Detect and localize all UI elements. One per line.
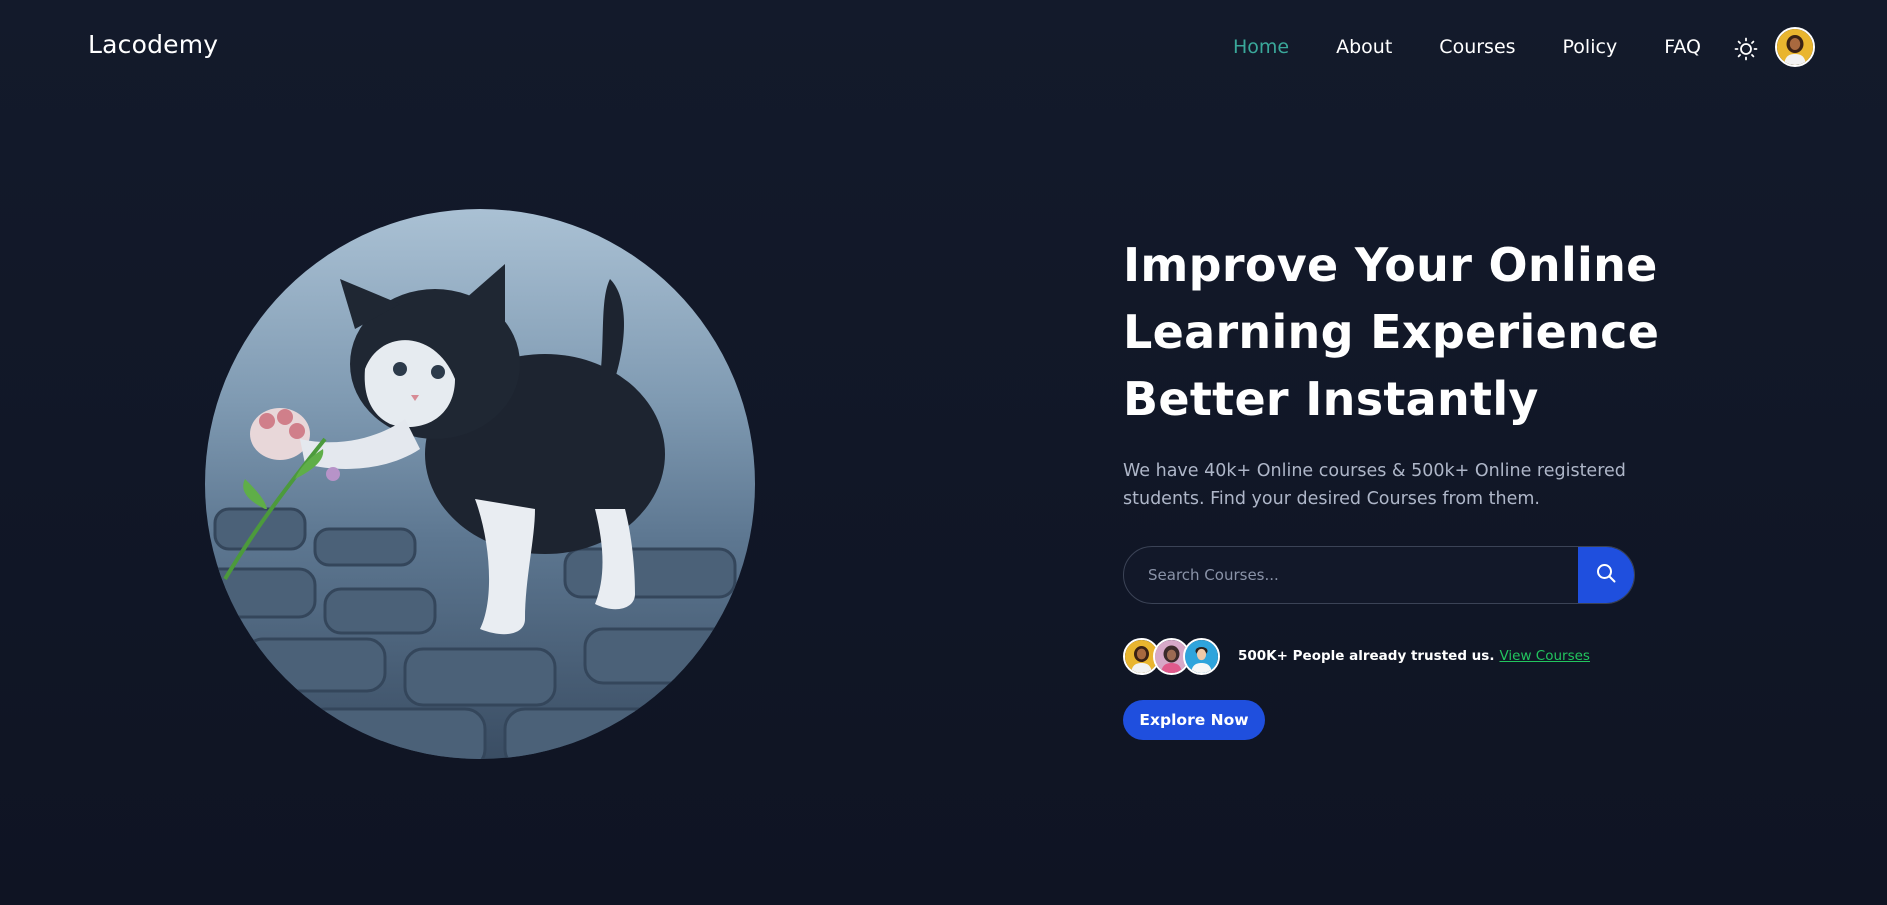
search-icon — [1595, 562, 1617, 588]
site-logo[interactable]: Lacodemy — [88, 30, 218, 59]
hero-title-line-3: Better Instantly — [1123, 372, 1539, 426]
user-avatar[interactable] — [1775, 27, 1815, 67]
hero-title: Improve Your Online Learning Experience … — [1123, 232, 1683, 433]
hero-title-line-2: Learning Experience — [1123, 305, 1660, 359]
trust-row: 500K+ People already trusted us. View Co… — [1123, 636, 1590, 676]
nav-about[interactable]: About — [1336, 36, 1392, 58]
nav-policy[interactable]: Policy — [1563, 36, 1618, 58]
hero-image — [205, 209, 755, 759]
course-search — [1123, 546, 1635, 604]
search-button[interactable] — [1578, 547, 1634, 603]
sun-icon[interactable] — [1733, 36, 1759, 62]
main-nav: Home About Courses Policy FAQ — [1233, 36, 1701, 58]
nav-faq[interactable]: FAQ — [1664, 36, 1701, 58]
explore-now-button[interactable]: Explore Now — [1123, 700, 1265, 740]
student-avatars — [1123, 637, 1220, 675]
student-avatar — [1183, 637, 1220, 675]
view-courses-link[interactable]: View Courses — [1499, 648, 1590, 664]
nav-courses[interactable]: Courses — [1439, 36, 1515, 58]
nav-home[interactable]: Home — [1233, 36, 1289, 58]
hero-subtitle: We have 40k+ Online courses & 500k+ Onli… — [1123, 461, 1626, 509]
hero-title-line-1: Improve Your Online — [1123, 238, 1658, 292]
trust-text: 500K+ People already trusted us. — [1238, 648, 1495, 664]
search-input[interactable] — [1124, 547, 1578, 603]
landing-page: Lacodemy Home About Courses Policy FAQ I… — [0, 0, 1887, 905]
